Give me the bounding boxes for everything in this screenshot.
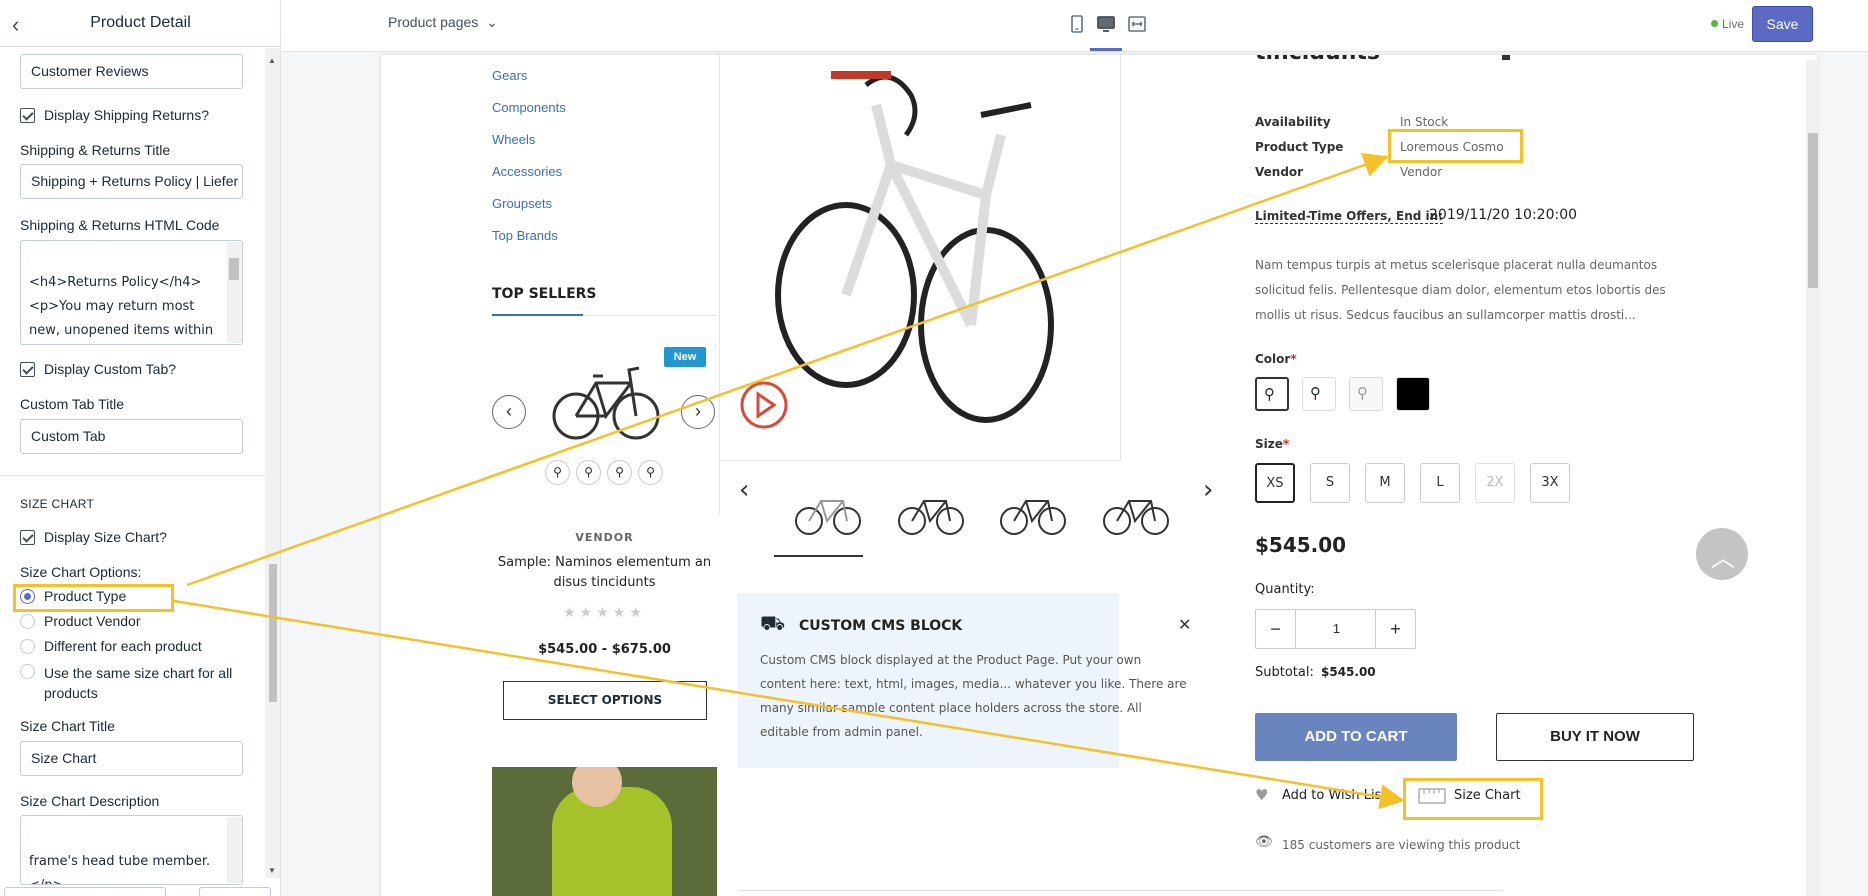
- annotation-arrows: [173, 152, 1405, 810]
